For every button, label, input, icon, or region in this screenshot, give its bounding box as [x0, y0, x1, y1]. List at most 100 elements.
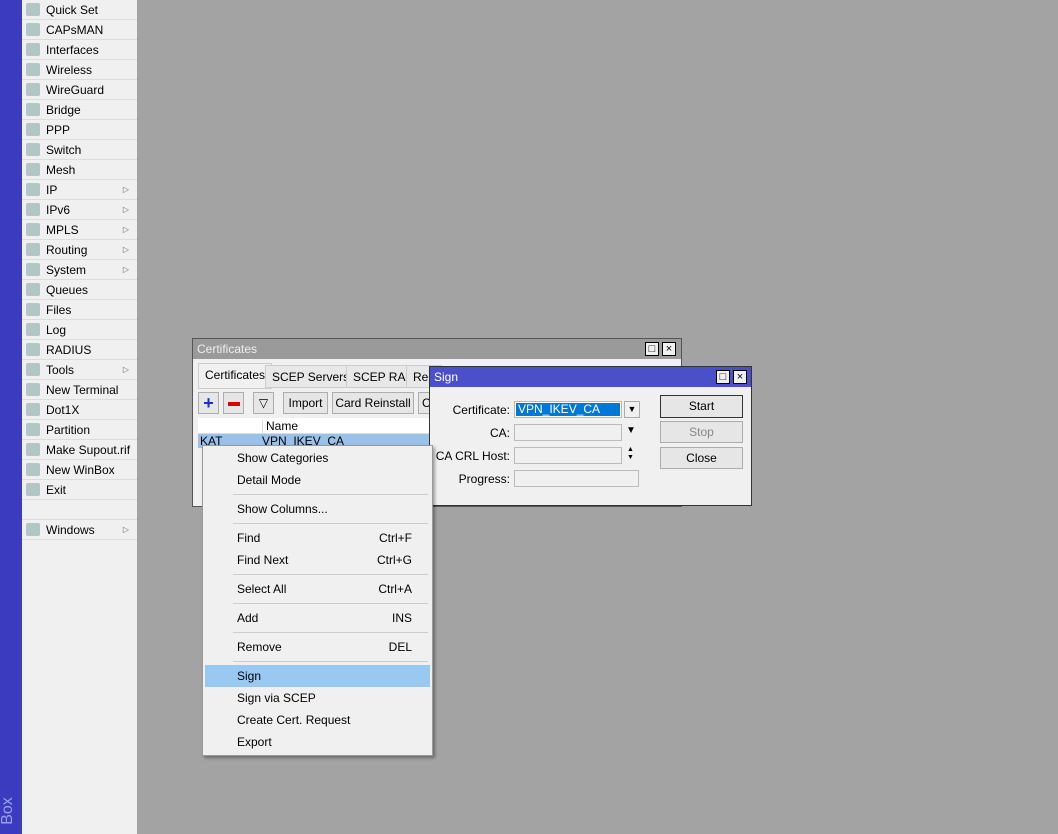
- sidebar-item-label: Partition: [46, 422, 91, 437]
- sidebar-item-label: Mesh: [46, 162, 76, 177]
- sidebar-item-label: Quick Set: [46, 2, 99, 17]
- sidebar-item-make-supout-rif[interactable]: Make Supout.rif: [22, 440, 137, 460]
- add-button[interactable]: +: [198, 392, 219, 414]
- sidebar-item-radius[interactable]: RADIUS: [22, 340, 137, 360]
- sidebar-item-wireguard[interactable]: WireGuard: [22, 80, 137, 100]
- tab-scep-ra[interactable]: SCEP RA: [346, 365, 413, 388]
- sidebar-item-mpls[interactable]: MPLS ▷: [22, 220, 137, 240]
- sidebar-item-windows[interactable]: Windows ▷: [22, 520, 137, 540]
- progress-bar: [514, 470, 639, 487]
- wireguard-icon: [26, 83, 40, 96]
- stop-button[interactable]: Stop: [660, 421, 743, 443]
- sidebar-item-bridge[interactable]: Bridge: [22, 100, 137, 120]
- certificate-label: Certificate:: [452, 403, 510, 417]
- certificate-value: VPN_IKEV_CA: [516, 403, 620, 416]
- menu-item-label: Remove: [237, 640, 282, 654]
- sidebar-spacer: [22, 500, 137, 520]
- context-menu: Show Categories Detail Mode Show Columns..…: [202, 445, 433, 756]
- tab-certificates[interactable]: Certificates: [198, 363, 273, 389]
- sidebar-item-label: Files: [46, 302, 72, 317]
- card-reinstall-button[interactable]: Card Reinstall: [332, 392, 414, 414]
- close-button[interactable]: ×: [733, 370, 747, 384]
- up-down-icon[interactable]: ▲ ▼: [627, 446, 634, 462]
- sidebar-item-new-terminal[interactable]: New Terminal: [22, 380, 137, 400]
- sidebar-item-log[interactable]: Log: [22, 320, 137, 340]
- log-icon: [26, 323, 40, 336]
- sidebar-item-label: Queues: [46, 282, 89, 297]
- sign-titlebar[interactable]: Sign: [430, 367, 751, 387]
- ip-icon: [26, 183, 40, 196]
- chevron-down-icon[interactable]: ▼: [626, 425, 636, 436]
- sidebar-item-capsman[interactable]: CAPsMAN: [22, 20, 137, 40]
- mesh-icon: [26, 163, 40, 176]
- radius-icon: [26, 343, 40, 356]
- sidebar-item-interfaces[interactable]: Interfaces: [22, 40, 137, 60]
- crl-host-field[interactable]: [514, 447, 622, 464]
- menu-item-find[interactable]: Find Ctrl+F: [205, 527, 430, 549]
- certificate-field[interactable]: VPN_IKEV_CA: [514, 401, 622, 418]
- maximize-button[interactable]: □: [645, 342, 659, 356]
- sidebar-item-ipv6[interactable]: IPv6 ▷: [22, 200, 137, 220]
- queues-icon: [26, 283, 40, 296]
- sidebar-item-label: Switch: [46, 142, 82, 157]
- sidebar-item-mesh[interactable]: Mesh: [22, 160, 137, 180]
- menu-separator: [233, 603, 428, 604]
- import-button[interactable]: Import: [283, 392, 328, 414]
- submenu-arrow-icon: ▷: [122, 365, 129, 374]
- column-name[interactable]: Name: [262, 419, 298, 433]
- submenu-arrow-icon: ▷: [122, 225, 129, 234]
- menu-item-select-all[interactable]: Select All Ctrl+A: [205, 578, 430, 600]
- sidebar-item-ip[interactable]: IP ▷: [22, 180, 137, 200]
- menu-item-label: Sign: [237, 669, 262, 683]
- switch-icon: [26, 143, 40, 156]
- ca-field[interactable]: [514, 424, 622, 441]
- certificate-dropdown-button[interactable]: ▼: [624, 401, 640, 418]
- sidebar-item-label: New Terminal: [46, 382, 119, 397]
- sidebar-item-wireless[interactable]: Wireless: [22, 60, 137, 80]
- menu-item-sign-via-scep[interactable]: Sign via SCEP: [205, 687, 430, 709]
- menu-item-label: Select All: [237, 582, 287, 596]
- filter-button[interactable]: ▽: [253, 392, 274, 414]
- menu-separator: [233, 632, 428, 633]
- sidebar-item-exit[interactable]: Exit: [22, 480, 137, 500]
- dot1x-icon: [26, 403, 40, 416]
- sidebar-item-partition[interactable]: Partition: [22, 420, 137, 440]
- sidebar-item-files[interactable]: Files: [22, 300, 137, 320]
- winbox-icon: [26, 463, 40, 476]
- close-button-dialog[interactable]: Close: [660, 447, 743, 469]
- menu-item-create-cert-request[interactable]: Create Cert. Request: [205, 709, 430, 731]
- remove-button[interactable]: [223, 392, 244, 414]
- routing-icon: [26, 243, 40, 256]
- sidebar-item-label: RADIUS: [46, 342, 92, 357]
- menu-item-remove[interactable]: Remove DEL: [205, 636, 430, 658]
- filter-icon: ▽: [258, 396, 269, 410]
- sidebar-item-routing[interactable]: Routing ▷: [22, 240, 137, 260]
- sidebar-item-switch[interactable]: Switch: [22, 140, 137, 160]
- menu-item-find-next[interactable]: Find Next Ctrl+G: [205, 549, 430, 571]
- close-button[interactable]: ×: [662, 342, 676, 356]
- sidebar-item-ppp[interactable]: PPP: [22, 120, 137, 140]
- tools-icon: [26, 363, 40, 376]
- menu-item-label: Sign via SCEP: [237, 691, 316, 705]
- menu-item-label: Show Columns...: [237, 502, 328, 516]
- sidebar-item-queues[interactable]: Queues: [22, 280, 137, 300]
- sidebar-item-system[interactable]: System ▷: [22, 260, 137, 280]
- progress-label: Progress:: [458, 472, 510, 486]
- sidebar-item-dot1x[interactable]: Dot1X: [22, 400, 137, 420]
- tab-scep-servers[interactable]: SCEP Servers: [265, 365, 357, 388]
- menu-item-export[interactable]: Export: [205, 731, 430, 753]
- menu-item-label: Show Categories: [237, 451, 329, 465]
- menu-item-detail-mode[interactable]: Detail Mode: [205, 469, 430, 491]
- menu-item-show-categories[interactable]: Show Categories: [205, 447, 430, 469]
- sidebar-item-tools[interactable]: Tools ▷: [22, 360, 137, 380]
- certificates-titlebar[interactable]: Certificates: [193, 339, 681, 359]
- maximize-button[interactable]: □: [716, 370, 730, 384]
- start-button[interactable]: Start: [660, 395, 743, 418]
- menu-item-add[interactable]: Add INS: [205, 607, 430, 629]
- submenu-arrow-icon: ▷: [122, 185, 129, 194]
- antenna-icon: [26, 63, 40, 76]
- sidebar-item-new-winbox[interactable]: New WinBox: [22, 460, 137, 480]
- menu-item-sign[interactable]: Sign: [205, 665, 430, 687]
- sidebar-item-quick-set[interactable]: Quick Set: [22, 0, 137, 20]
- menu-item-show-columns[interactable]: Show Columns...: [205, 498, 430, 520]
